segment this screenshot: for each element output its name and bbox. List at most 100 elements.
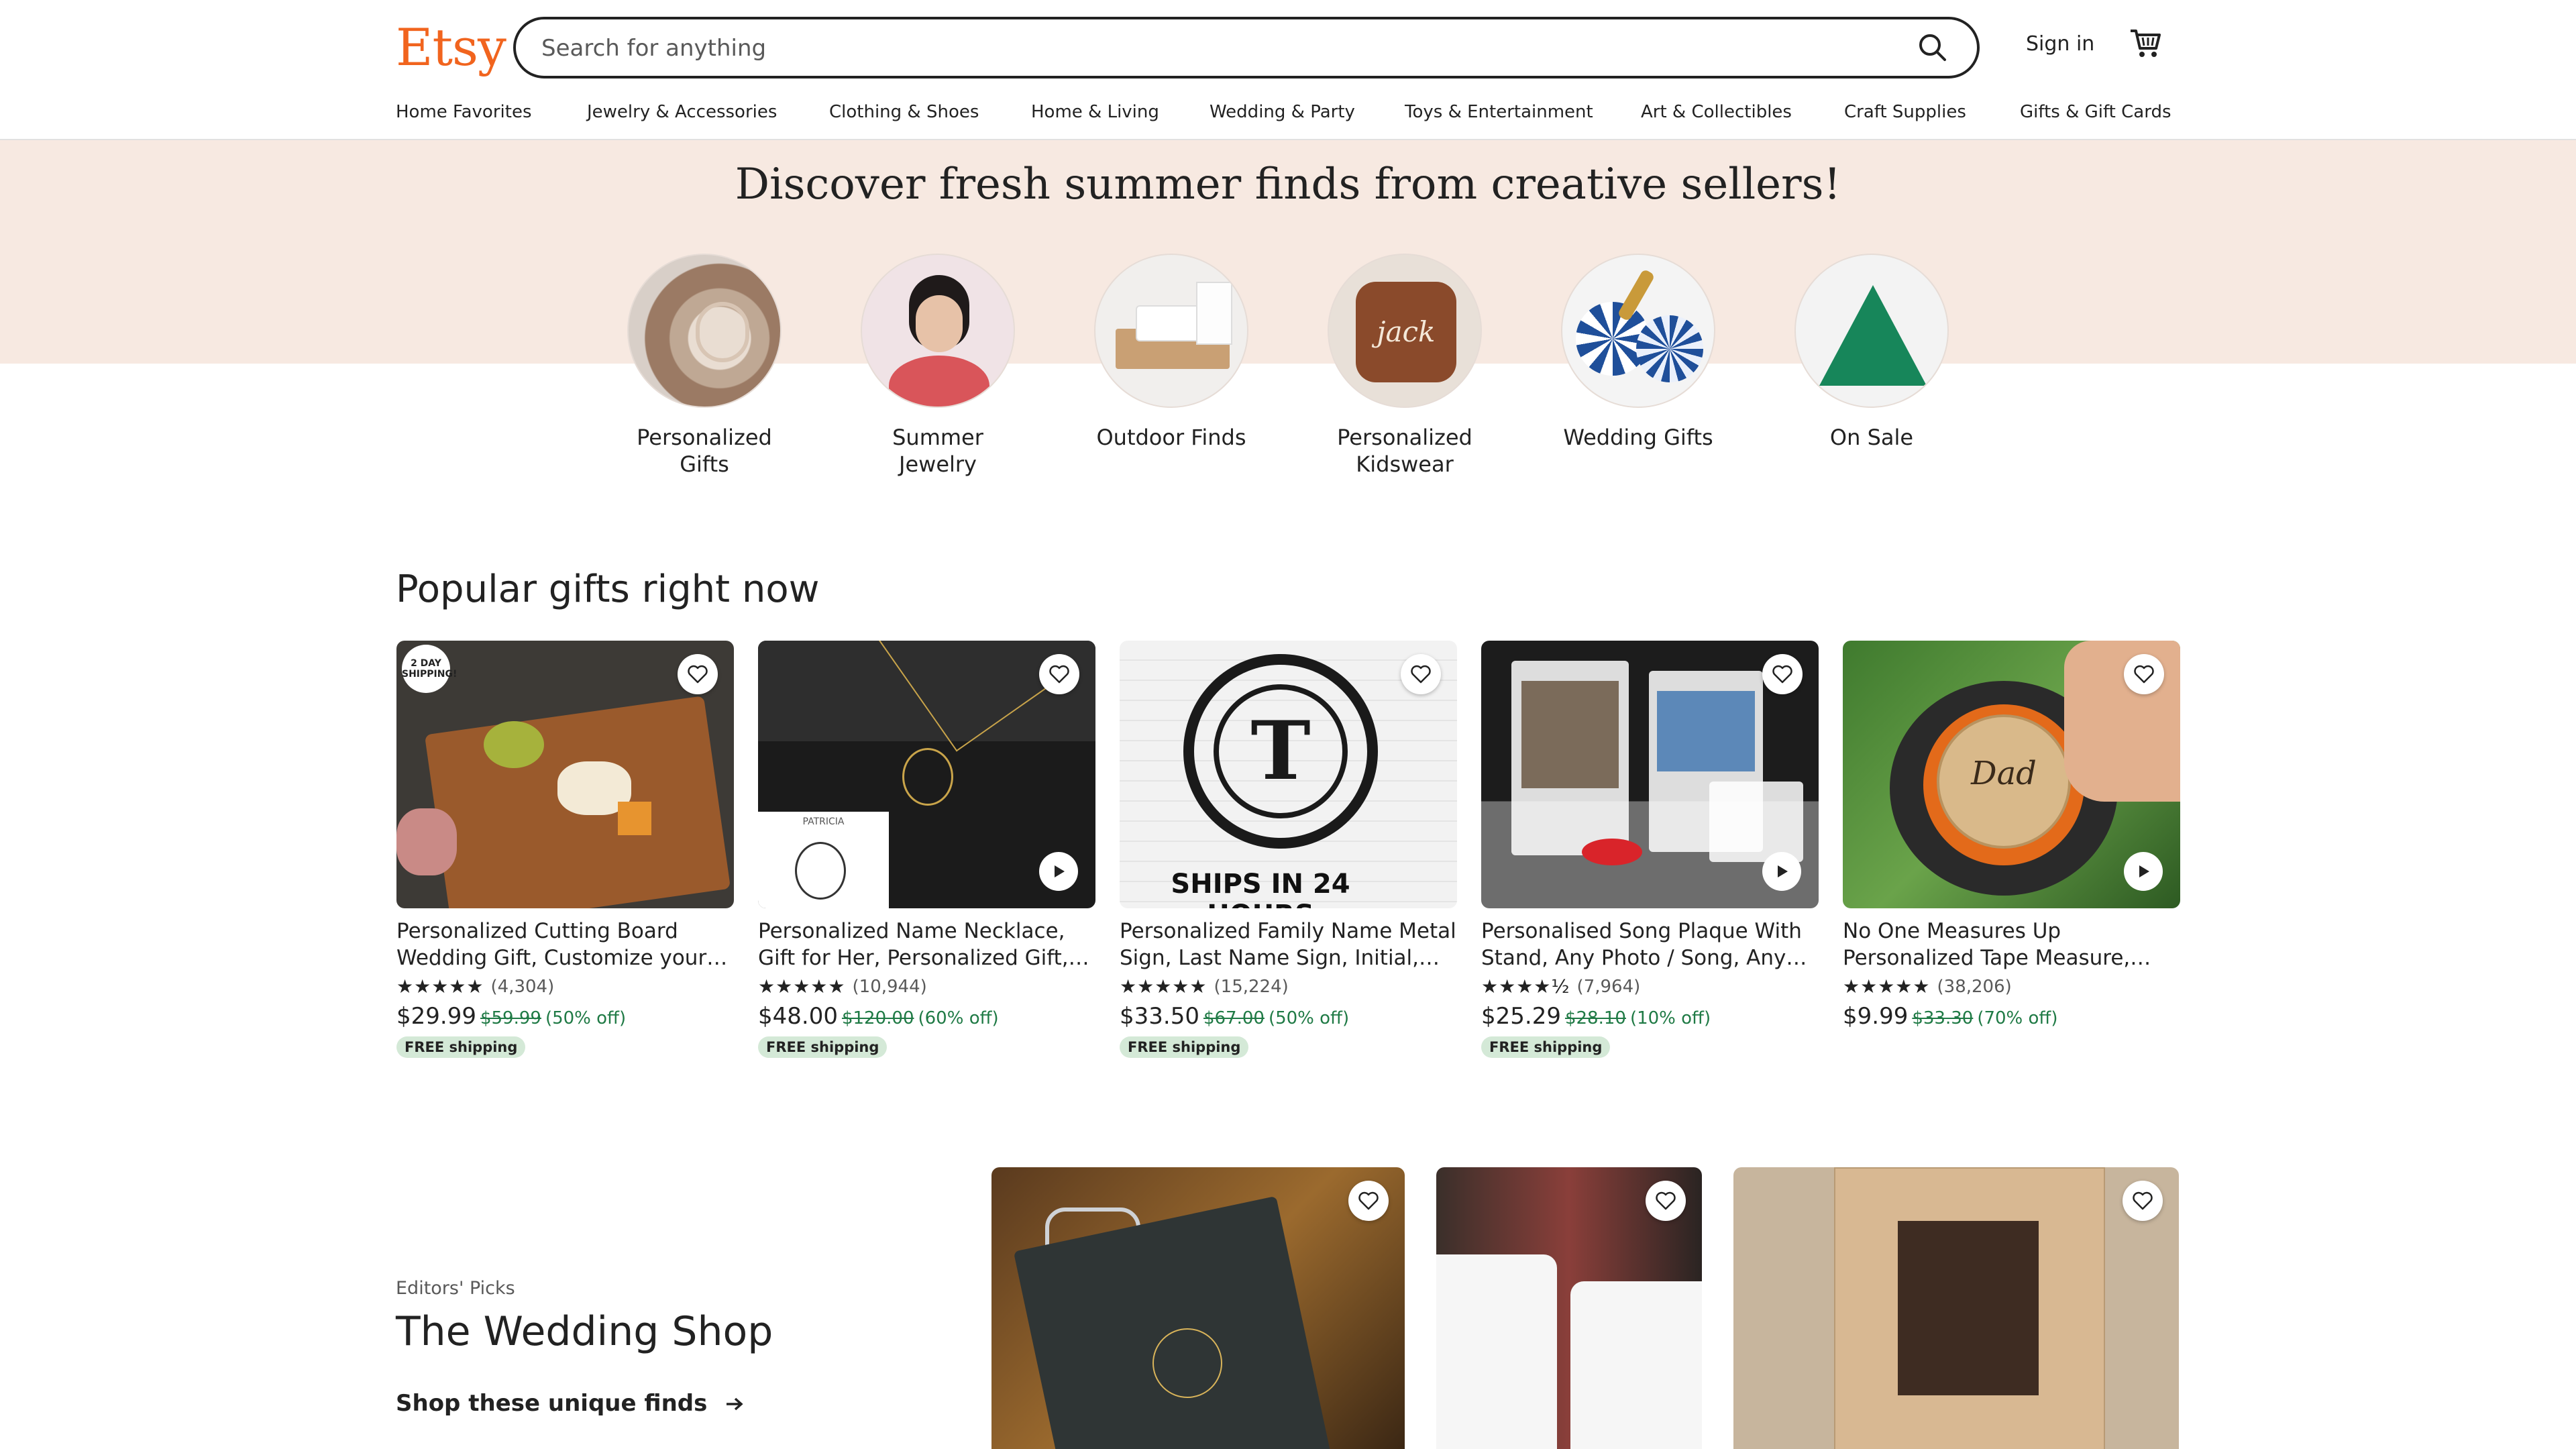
- wedding-product-tile[interactable]: [1733, 1167, 2179, 1449]
- section-title-popular: Popular gifts right now: [396, 568, 820, 611]
- circle-label: Kidswear: [1356, 451, 1454, 477]
- circle-label: On Sale: [1829, 425, 1914, 450]
- product-title[interactable]: Personalized Family Name Metal Sign, Las…: [1120, 918, 1457, 971]
- search-bar: [513, 17, 1980, 78]
- name-card-text: PATRICIA: [802, 816, 845, 827]
- sale-price: $25.29: [1481, 1003, 1561, 1030]
- nav-home-favorites[interactable]: Home Favorites: [396, 102, 532, 122]
- star-rating: ★★★★½: [1481, 975, 1570, 998]
- circle-outdoor-finds[interactable]: Outdoor Finds: [1071, 254, 1272, 451]
- play-video-icon[interactable]: [1039, 852, 1078, 891]
- favorite-heart-icon[interactable]: [1762, 654, 1803, 694]
- link-label: Shop these unique finds: [396, 1390, 708, 1417]
- nav-clothing-shoes[interactable]: Clothing & Shoes: [829, 102, 979, 122]
- product-image: PATRICIA: [758, 641, 1095, 908]
- product-title[interactable]: Personalized Name Necklace, Gift for Her…: [758, 918, 1095, 971]
- product-card[interactable]: Dad No One Measures Up Personalized Tape…: [1843, 641, 2180, 1030]
- sign-in-link[interactable]: Sign in: [2026, 32, 2094, 56]
- star-rating: ★★★★★: [1120, 975, 1208, 998]
- review-count: (7,964): [1576, 976, 1641, 997]
- circle-image: [1094, 254, 1248, 408]
- search-input[interactable]: [540, 19, 1851, 77]
- discount-percent: (50% off): [1268, 1008, 1350, 1028]
- nav-jewelry-accessories[interactable]: Jewelry & Accessories: [587, 102, 777, 122]
- tape-engraving-text: Dad: [1971, 755, 2037, 792]
- circle-label: Gifts: [680, 451, 729, 477]
- free-shipping-badge: FREE shipping: [1120, 1036, 1249, 1058]
- discount-percent: (60% off): [918, 1008, 999, 1028]
- ships-24h-text: SHIPS IN 24 HOURS: [1171, 869, 1350, 908]
- favorite-heart-icon[interactable]: [678, 654, 718, 694]
- favorite-heart-icon[interactable]: [1348, 1181, 1389, 1221]
- star-rating: ★★★★★: [396, 975, 484, 998]
- circle-image: [627, 254, 782, 408]
- discount-percent: (50% off): [545, 1008, 627, 1028]
- product-title[interactable]: No One Measures Up Personalized Tape Mea…: [1843, 918, 2180, 971]
- cart-icon[interactable]: [2128, 25, 2163, 60]
- circle-personalized-gifts[interactable]: Personalized Gifts: [604, 254, 805, 478]
- circle-label: Wedding Gifts: [1563, 425, 1713, 450]
- sale-price: $9.99: [1843, 1003, 1909, 1030]
- discount-percent: (70% off): [1977, 1008, 2058, 1028]
- editors-picks-label: Editors' Picks: [396, 1278, 515, 1299]
- wedding-product-tile[interactable]: [1436, 1167, 1702, 1449]
- shipping-sticker: 2 DAY SHIPPING!: [402, 645, 457, 693]
- original-price: $33.30: [1912, 1008, 1974, 1028]
- review-count: (38,206): [1937, 976, 2012, 997]
- circle-summer-jewelry[interactable]: Summer Jewelry: [837, 254, 1038, 478]
- shop-unique-finds-link[interactable]: Shop these unique finds: [396, 1390, 745, 1418]
- favorite-heart-icon[interactable]: [1646, 1181, 1686, 1221]
- product-image: T SHIPS IN 24 HOURS: [1120, 641, 1457, 908]
- circle-personalized-kidswear[interactable]: jack Personalized Kidswear: [1304, 254, 1505, 478]
- etsy-logo[interactable]: Etsy: [396, 17, 506, 78]
- nav-craft-supplies[interactable]: Craft Supplies: [1844, 102, 1966, 122]
- circle-label: Outdoor Finds: [1096, 425, 1246, 450]
- review-count: (15,224): [1214, 976, 1289, 997]
- sale-price: $33.50: [1120, 1003, 1199, 1030]
- favorite-heart-icon[interactable]: [2124, 654, 2164, 694]
- nav-toys-entertainment[interactable]: Toys & Entertainment: [1405, 102, 1593, 122]
- original-price: $67.00: [1203, 1008, 1265, 1028]
- circle-label: Jewelry: [899, 451, 977, 477]
- free-shipping-badge: FREE shipping: [1481, 1036, 1611, 1058]
- nav-art-collectibles[interactable]: Art & Collectibles: [1641, 102, 1792, 122]
- free-shipping-badge: FREE shipping: [396, 1036, 526, 1058]
- star-rating: ★★★★★: [758, 975, 846, 998]
- sale-price: $48.00: [758, 1003, 838, 1030]
- wedding-product-tile[interactable]: [991, 1167, 1405, 1449]
- free-shipping-badge: FREE shipping: [758, 1036, 888, 1058]
- wedding-shop-title: The Wedding Shop: [396, 1308, 773, 1355]
- product-image: Dad: [1843, 641, 2180, 908]
- product-image: [1481, 641, 1819, 908]
- circle-label: Summer: [892, 425, 983, 450]
- favorite-heart-icon[interactable]: [1039, 654, 1079, 694]
- circle-image: [1794, 254, 1949, 408]
- sale-price: $29.99: [396, 1003, 476, 1030]
- arrow-right-icon: [724, 1391, 745, 1418]
- play-video-icon[interactable]: [1762, 852, 1801, 891]
- circle-image: jack: [1328, 254, 1482, 408]
- product-card[interactable]: 2 DAY SHIPPING! Personalized Cutting Boa…: [396, 641, 734, 1058]
- circle-on-sale[interactable]: On Sale: [1771, 254, 1972, 451]
- star-rating: ★★★★★: [1843, 975, 1931, 998]
- product-card[interactable]: T SHIPS IN 24 HOURS Personalized Family …: [1120, 641, 1457, 1058]
- favorite-heart-icon[interactable]: [1401, 654, 1441, 694]
- nav-home-living[interactable]: Home & Living: [1031, 102, 1159, 122]
- product-title[interactable]: Personalized Cutting Board Wedding Gift,…: [396, 918, 734, 971]
- favorite-heart-icon[interactable]: [2123, 1181, 2163, 1221]
- product-card[interactable]: Personalised Song Plaque With Stand, Any…: [1481, 641, 1819, 1058]
- product-title[interactable]: Personalised Song Plaque With Stand, Any…: [1481, 918, 1819, 971]
- nav-wedding-party[interactable]: Wedding & Party: [1210, 102, 1355, 122]
- search-icon[interactable]: [1915, 30, 1950, 65]
- circle-wedding-gifts[interactable]: Wedding Gifts: [1538, 254, 1739, 451]
- play-video-icon[interactable]: [2124, 852, 2163, 891]
- circle-label: Personalized: [1337, 425, 1472, 450]
- product-card[interactable]: PATRICIA Personalized Name Necklace, Gif…: [758, 641, 1095, 1058]
- nav-gifts-gift-cards[interactable]: Gifts & Gift Cards: [2020, 102, 2171, 122]
- circle-label: Personalized: [637, 425, 772, 450]
- circle-image: [1561, 254, 1715, 408]
- original-price: $120.00: [841, 1008, 914, 1028]
- review-count: (4,304): [490, 976, 555, 997]
- original-price: $59.99: [480, 1008, 541, 1028]
- original-price: $28.10: [1564, 1008, 1626, 1028]
